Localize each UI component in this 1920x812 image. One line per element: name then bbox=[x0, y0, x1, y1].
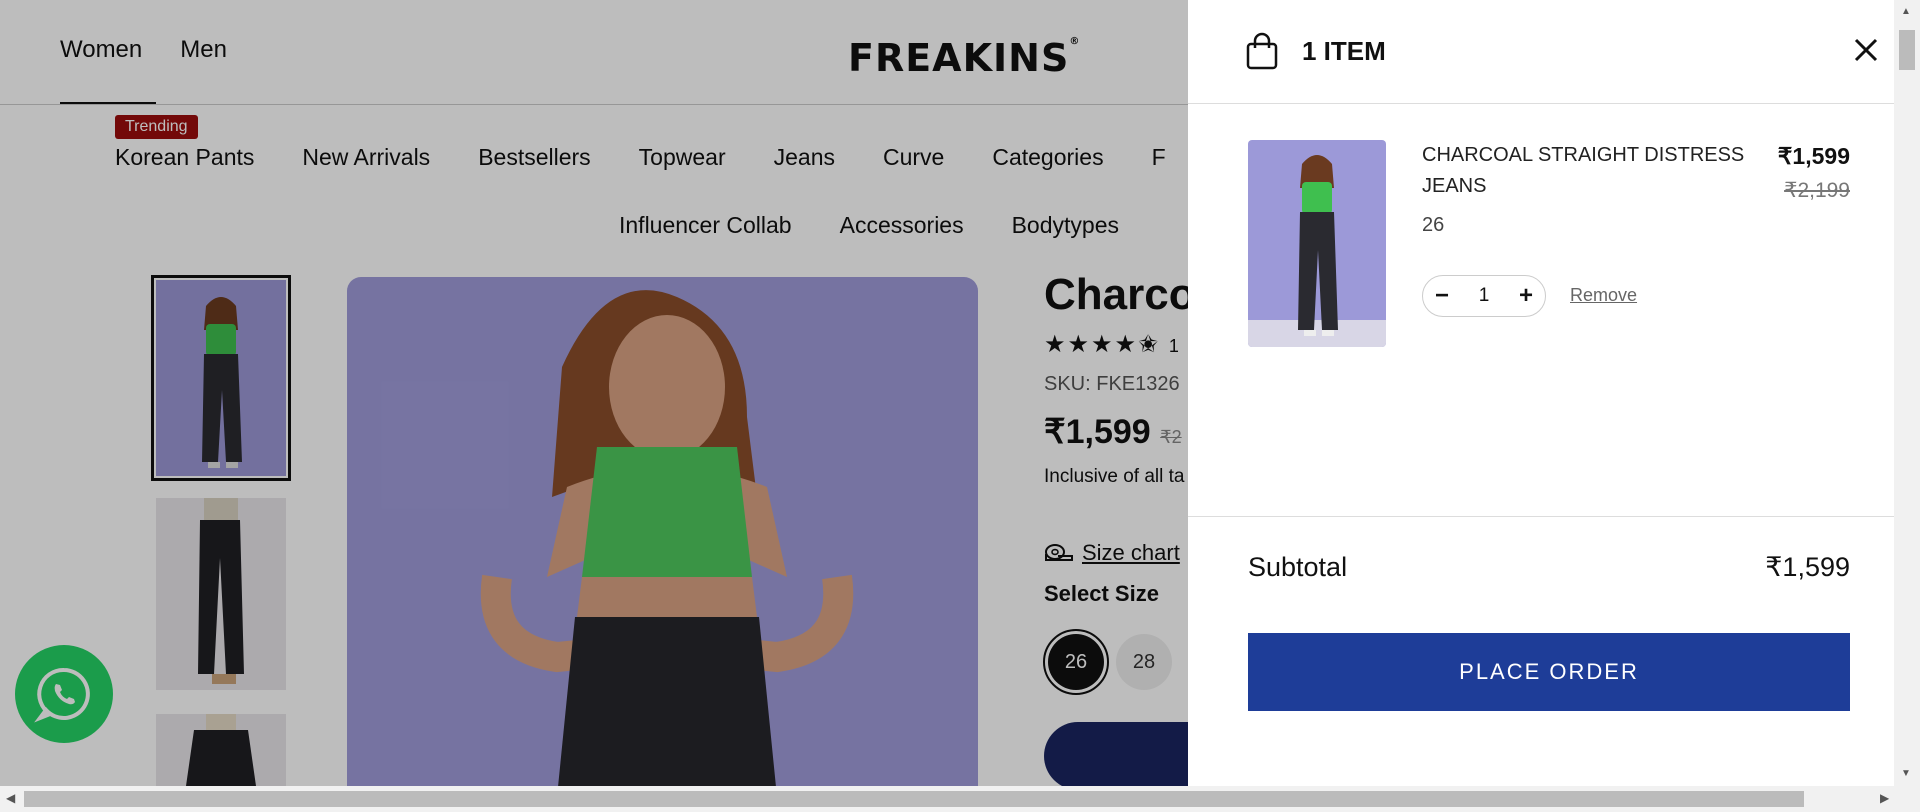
page: Women Men FREAKINS® Trending Korean Pant… bbox=[0, 0, 1920, 812]
horizontal-scrollbar[interactable]: ◀ ▶ bbox=[0, 786, 1920, 812]
cart-item-image[interactable] bbox=[1248, 140, 1386, 347]
vertical-scrollbar[interactable]: ▲ ▼ bbox=[1894, 0, 1920, 786]
qty-value: 1 bbox=[1478, 285, 1490, 306]
page-dim-overlay[interactable] bbox=[0, 0, 1188, 786]
horizontal-scroll-thumb[interactable] bbox=[24, 791, 1804, 807]
cart-drawer: 1 ITEM CHARCOAL STRAIGHT DISTRESS JEANS … bbox=[1188, 0, 1894, 786]
scroll-left-arrow-icon[interactable]: ◀ bbox=[6, 791, 15, 805]
decrease-qty-button[interactable]: − bbox=[1435, 284, 1449, 308]
close-icon[interactable] bbox=[1852, 36, 1880, 64]
scroll-right-arrow-icon[interactable]: ▶ bbox=[1880, 791, 1889, 805]
shopping-bag-icon bbox=[1246, 32, 1278, 70]
cart-item-orig-price: ₹2,199 bbox=[1784, 179, 1850, 202]
remove-item-link[interactable]: Remove bbox=[1570, 285, 1637, 306]
place-order-button[interactable]: PLACE ORDER bbox=[1248, 633, 1850, 711]
increase-qty-button[interactable]: + bbox=[1519, 284, 1533, 308]
cart-title: 1 ITEM bbox=[1302, 36, 1386, 66]
subtotal-label: Subtotal bbox=[1248, 552, 1348, 582]
cart-item-name[interactable]: CHARCOAL STRAIGHT DISTRESS JEANS bbox=[1422, 140, 1762, 202]
quantity-stepper: − 1 + bbox=[1422, 275, 1546, 317]
model-figure-cart bbox=[1248, 155, 1386, 347]
cart-item-size: 26 bbox=[1422, 214, 1445, 236]
cart-header: 1 ITEM bbox=[1188, 0, 1894, 104]
cart-divider bbox=[1188, 516, 1894, 517]
scroll-down-arrow-icon[interactable]: ▼ bbox=[1901, 768, 1911, 779]
subtotal-value: ₹1,599 bbox=[1765, 552, 1850, 582]
vertical-scroll-thumb[interactable] bbox=[1899, 30, 1915, 70]
scroll-up-arrow-icon[interactable]: ▲ bbox=[1901, 6, 1911, 17]
cart-item-price: ₹1,599 bbox=[1777, 143, 1850, 169]
